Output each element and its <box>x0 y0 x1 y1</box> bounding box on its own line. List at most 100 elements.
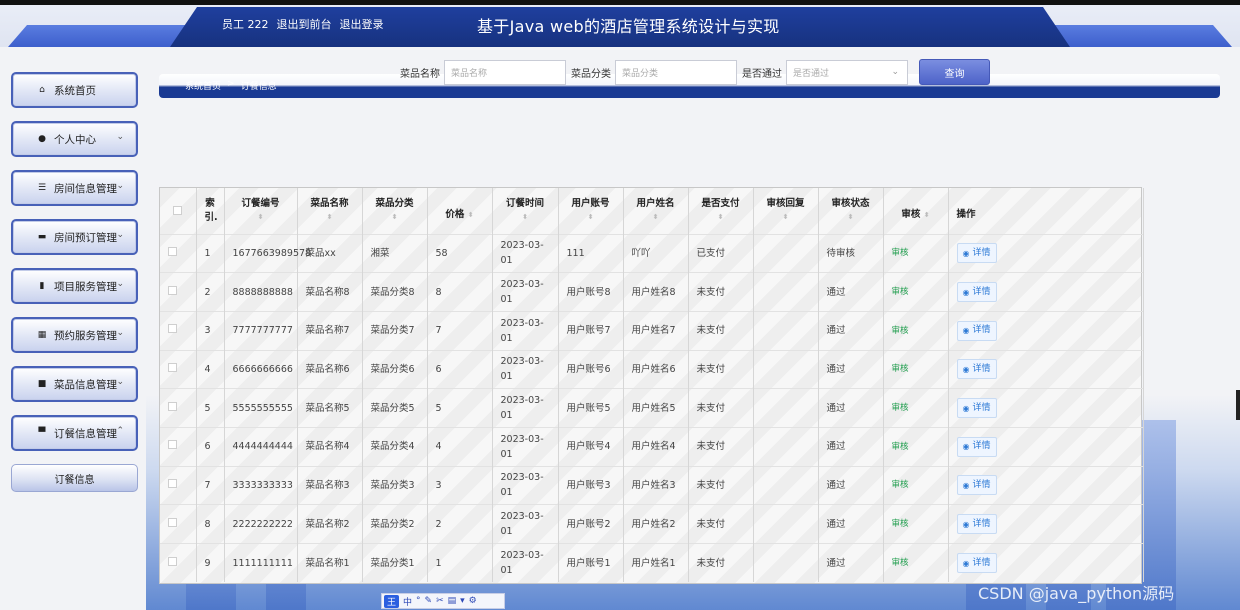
cell-actions: ◉ 详情 <box>948 272 1144 312</box>
keyboard-icon[interactable]: ▤ <box>448 596 457 606</box>
row-checkbox[interactable] <box>168 401 177 411</box>
col-audit-reply[interactable]: 审核回复 ⬍ <box>753 188 819 234</box>
header-wing-right <box>1042 25 1232 47</box>
cell-order-no: 8888888888 <box>224 272 298 312</box>
row-checkbox[interactable] <box>168 285 177 295</box>
col-audit[interactable]: 审核 ⬍ <box>883 188 949 234</box>
scrollbar-indicator[interactable] <box>1236 390 1240 420</box>
breadcrumb-home[interactable]: 系统首页 <box>185 79 221 92</box>
detail-button[interactable]: ◉ 详情 <box>956 398 997 419</box>
detail-button[interactable]: ◉ 详情 <box>956 475 997 496</box>
row-checkbox[interactable] <box>168 478 177 488</box>
sidebar-item-label: 项目服务管理 <box>54 280 117 293</box>
cell-dish-category: 菜品分类8 <box>362 272 428 312</box>
cell-user-name: 用户姓名6 <box>623 350 689 389</box>
eye-icon: ◉ <box>962 364 970 374</box>
paid-filter-select[interactable]: 是否通过 ⌄ <box>786 59 908 85</box>
detail-button[interactable]: ◉ 详情 <box>956 553 997 574</box>
audit-link[interactable]: 审核 <box>892 519 909 529</box>
cell-order-no: 5555555555 <box>224 388 298 428</box>
scissors-icon[interactable]: ✂ <box>436 596 444 606</box>
detail-button-label: 详情 <box>972 402 991 413</box>
eye-icon: ◉ <box>962 326 970 336</box>
cell-user-name: 用户姓名2 <box>623 504 689 544</box>
sidebar-item-project-service[interactable]: ▮ 项目服务管理 ⌄ <box>11 268 138 304</box>
row-checkbox-cell <box>160 427 197 467</box>
chevron-down-icon: ⌄ <box>116 132 124 142</box>
col-dish-name[interactable]: 菜品名称 ⬍ <box>297 188 363 234</box>
col-price[interactable]: 价格 ⬍ <box>427 188 493 234</box>
cell-audit-reply <box>753 427 819 467</box>
detail-button[interactable]: ◉ 详情 <box>956 514 997 535</box>
col-order-no[interactable]: 订餐编号 ⬍ <box>224 188 298 234</box>
cell-actions: ◉ 详情 <box>948 350 1144 389</box>
sort-icon: ⬍ <box>391 213 398 221</box>
query-button[interactable]: 查询 <box>919 59 990 85</box>
sidebar-item-appointment-service[interactable]: ▦ 预约服务管理 ⌄ <box>11 317 138 353</box>
row-checkbox[interactable] <box>168 440 177 450</box>
detail-button-label: 详情 <box>972 441 991 452</box>
row-checkbox[interactable] <box>168 517 177 527</box>
audit-link[interactable]: 审核 <box>892 403 909 413</box>
sidebar-item-label: 订餐信息管理 <box>54 427 117 440</box>
detail-button[interactable]: ◉ 详情 <box>956 243 997 264</box>
row-checkbox-cell <box>160 466 197 505</box>
sidebar-item-personal-center[interactable]: ● 个人中心 ⌄ <box>11 121 138 157</box>
sidebar-item-order-info[interactable]: ▀ 订餐信息管理 ⌃ <box>11 415 138 451</box>
sidebar-item-dish-info[interactable]: ■ 菜品信息管理 ⌄ <box>11 366 138 402</box>
col-user-name[interactable]: 用户姓名 ⬍ <box>623 188 689 234</box>
sidebar-item-room-info[interactable]: ☰ 房间信息管理 ⌄ <box>11 170 138 206</box>
ime-mode[interactable]: 中 <box>403 595 412 608</box>
row-checkbox[interactable] <box>168 324 177 334</box>
audit-link[interactable]: 审核 <box>892 326 909 336</box>
row-checkbox[interactable] <box>168 246 177 256</box>
detail-button[interactable]: ◉ 详情 <box>956 320 997 341</box>
audit-link[interactable]: 审核 <box>892 442 909 452</box>
select-all-checkbox[interactable] <box>173 206 183 215</box>
table-row: 4 6666666666 菜品名称6 菜品分类6 6 2023-03-01 用户账号6 用户姓… <box>160 350 1144 389</box>
cell-dish-name: 菜品名称6 <box>297 350 363 389</box>
detail-button-label: 详情 <box>972 518 991 529</box>
row-checkbox[interactable] <box>168 362 177 372</box>
col-actions: 操作 <box>948 188 1144 234</box>
cell-price: 2 <box>427 504 493 544</box>
ime-toolbar[interactable]: 王 中 ° ✎ ✂ ▤ ▾ ⚙ <box>381 593 505 609</box>
cell-audit-status: 通过 <box>818 388 884 428</box>
punctuation-icon[interactable]: ° <box>416 596 421 606</box>
detail-button[interactable]: ◉ 详情 <box>956 282 997 303</box>
shirt-icon[interactable]: ▾ <box>460 596 465 606</box>
cell-order-no: 4444444444 <box>224 427 298 467</box>
cell-audit-reply <box>753 311 819 351</box>
cell-user-account: 用户账号3 <box>558 466 624 505</box>
dish-category-input[interactable]: 菜品分类 <box>615 59 737 85</box>
back-to-front-link[interactable]: 退出到前台 <box>277 16 332 32</box>
sidebar-subitem-order-info[interactable]: 订餐信息 <box>11 464 138 492</box>
col-audit-status[interactable]: 审核状态 ⬍ <box>818 188 884 234</box>
col-is-paid[interactable]: 是否支付 ⬍ <box>688 188 754 234</box>
audit-link[interactable]: 审核 <box>892 558 909 568</box>
cell-dish-name: 菜品名称5 <box>297 388 363 428</box>
table-row: 8 2222222222 菜品名称2 菜品分类2 2 2023-03-01 用户账号2 用户姓… <box>160 504 1144 544</box>
breadcrumb-separator: > <box>227 79 235 89</box>
col-user-account[interactable]: 用户账号 ⬍ <box>558 188 624 234</box>
sidebar-item-room-booking[interactable]: ▬ 房间预订管理 ⌄ <box>11 219 138 255</box>
audit-link[interactable]: 审核 <box>892 287 909 297</box>
row-checkbox[interactable] <box>168 556 177 566</box>
audit-link[interactable]: 审核 <box>892 480 909 490</box>
col-order-time[interactable]: 订餐时间 ⬍ <box>492 188 559 234</box>
cell-price: 6 <box>427 350 493 389</box>
dish-name-input[interactable]: 菜品名称 <box>444 59 566 85</box>
cell-audit: 审核 <box>883 234 949 273</box>
detail-button[interactable]: ◉ 详情 <box>956 359 997 380</box>
audit-link[interactable]: 审核 <box>892 248 909 258</box>
detail-button[interactable]: ◉ 详情 <box>956 436 997 457</box>
gear-icon[interactable]: ⚙ <box>469 596 477 606</box>
pen-icon[interactable]: ✎ <box>425 596 433 606</box>
col-dish-category[interactable]: 菜品分类 ⬍ <box>362 188 428 234</box>
audit-link[interactable]: 审核 <box>892 364 909 374</box>
sidebar: ⌂ 系统首页 ● 个人中心 ⌄ ☰ 房间信息管理 ⌄ ▬ 房间预订管理 ⌄ ▮ … <box>0 47 146 610</box>
logout-link[interactable]: 退出登录 <box>340 16 384 32</box>
cell-is-paid: 未支付 <box>688 388 754 428</box>
cell-is-paid: 已支付 <box>688 234 754 273</box>
sidebar-item-home[interactable]: ⌂ 系统首页 <box>11 72 138 108</box>
